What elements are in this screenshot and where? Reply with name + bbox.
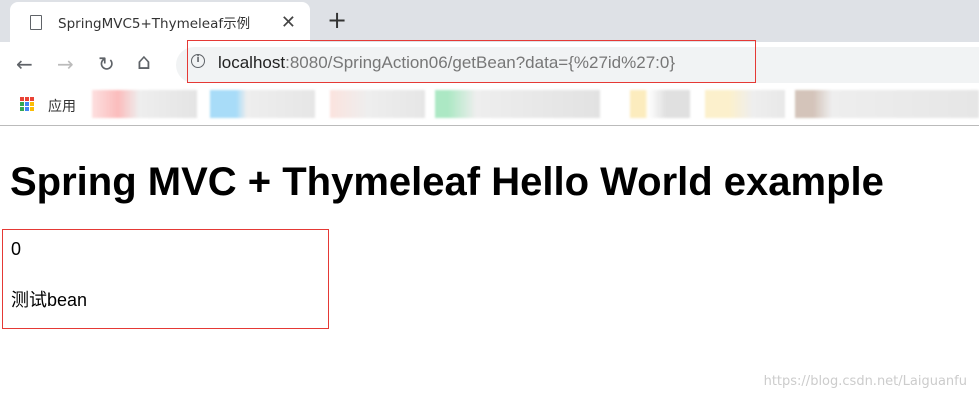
bean-name: 测试bean <box>11 290 88 310</box>
bookmark-item[interactable] <box>795 90 979 118</box>
bean-id: 0 <box>11 239 22 259</box>
bookmark-item[interactable] <box>705 90 785 118</box>
apps-label[interactable]: 应用 <box>48 96 76 116</box>
tab-title: SpringMVC5+Thymeleaf示例 <box>58 16 251 32</box>
bookmark-item[interactable] <box>92 90 197 118</box>
back-button[interactable]: ← <box>16 52 33 76</box>
reload-button[interactable]: ↻ <box>98 52 115 76</box>
home-button[interactable]: ⌂ <box>137 50 151 75</box>
bookmark-item[interactable] <box>210 90 315 118</box>
apps-icon[interactable] <box>20 97 34 111</box>
bookmark-item[interactable] <box>630 90 690 118</box>
close-tab-icon[interactable]: ✕ <box>281 12 296 33</box>
document-icon <box>30 14 42 30</box>
bookmark-item[interactable] <box>435 90 600 118</box>
tab-strip: SpringMVC5+Thymeleaf示例 ✕ + <box>0 0 979 42</box>
forward-button[interactable]: → <box>57 52 74 76</box>
result-highlight-box <box>2 229 329 329</box>
new-tab-button[interactable]: + <box>327 6 347 34</box>
bookmark-item[interactable] <box>330 90 425 118</box>
url-highlight-box <box>187 40 756 83</box>
watermark: https://blog.csdn.net/Laiguanfu <box>763 374 967 389</box>
page-heading: Spring MVC + Thymeleaf Hello World examp… <box>10 160 884 204</box>
browser-tab[interactable]: SpringMVC5+Thymeleaf示例 ✕ <box>10 2 310 42</box>
